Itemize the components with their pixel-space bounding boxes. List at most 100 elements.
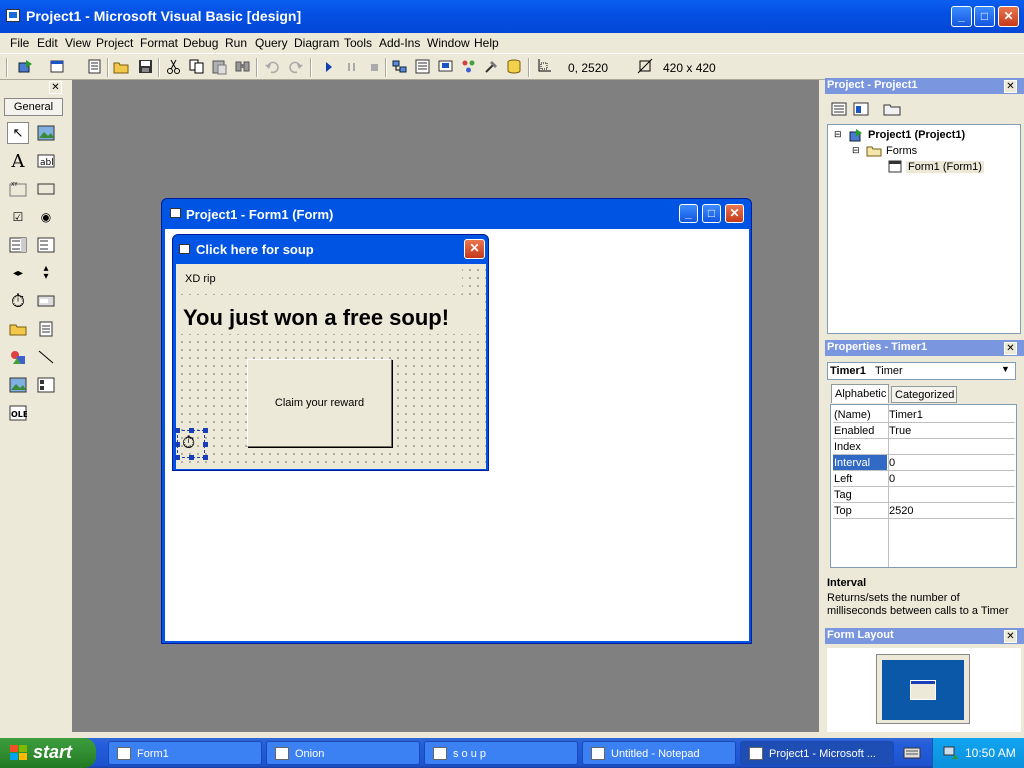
properties-window-icon[interactable] bbox=[414, 58, 431, 75]
label-free-soup-box[interactable]: You just won a free soup! bbox=[178, 300, 484, 334]
frame-tool-icon[interactable]: XY bbox=[7, 178, 29, 200]
toggle-folders-icon[interactable] bbox=[883, 102, 901, 116]
checkbox-tool-icon[interactable]: ☑ bbox=[7, 206, 29, 228]
chevron-down-icon[interactable]: ▼ bbox=[1001, 364, 1010, 374]
redo-icon[interactable] bbox=[287, 58, 304, 75]
view-code-icon[interactable] bbox=[831, 102, 847, 116]
prop-row-index[interactable]: Index bbox=[833, 439, 1015, 455]
combobox-tool-icon[interactable] bbox=[7, 234, 29, 256]
label-tool-icon[interactable]: A bbox=[7, 150, 29, 172]
menu-help[interactable]: Help bbox=[474, 36, 499, 50]
object-browser-icon[interactable] bbox=[460, 58, 477, 75]
menu-file[interactable]: File bbox=[10, 36, 29, 50]
tree-form1[interactable]: Form1 (Form1) bbox=[906, 161, 984, 173]
prop-row-left[interactable]: Left 0 bbox=[833, 471, 1015, 487]
prop-row-tag[interactable]: Tag bbox=[833, 487, 1015, 503]
end-icon[interactable] bbox=[366, 58, 383, 75]
form-layout-close-icon[interactable]: ✕ bbox=[1004, 630, 1017, 643]
form-window-maximize-button[interactable]: □ bbox=[702, 204, 721, 223]
prop-value[interactable]: 0 bbox=[889, 473, 895, 485]
pointer-tool-icon[interactable]: ↖ bbox=[7, 122, 29, 144]
data-tool-icon[interactable] bbox=[35, 374, 57, 396]
dirlistbox-tool-icon[interactable] bbox=[7, 318, 29, 340]
add-form-icon[interactable] bbox=[49, 58, 66, 75]
toolbox-close-icon[interactable]: ✕ bbox=[49, 81, 62, 94]
timer1-control[interactable]: ⏱ bbox=[175, 428, 208, 460]
toolbox-tab-general[interactable]: General bbox=[4, 98, 63, 116]
task-notepad[interactable]: Untitled - Notepad bbox=[582, 741, 736, 765]
menu-project[interactable]: Project bbox=[96, 36, 133, 50]
form-window-close-button[interactable]: ✕ bbox=[725, 204, 744, 223]
view-object-icon[interactable] bbox=[853, 102, 869, 116]
optionbutton-tool-icon[interactable]: ◉ bbox=[35, 206, 57, 228]
image-tool-icon[interactable] bbox=[7, 374, 29, 396]
selection-handle[interactable] bbox=[203, 428, 208, 433]
label-xd-rip-box[interactable]: XD rip bbox=[178, 266, 462, 294]
ole-tool-icon[interactable]: OLE bbox=[7, 402, 29, 424]
prop-row-top[interactable]: Top 2520 bbox=[833, 503, 1015, 519]
find-icon[interactable] bbox=[234, 58, 251, 75]
menu-query[interactable]: Query bbox=[255, 36, 288, 50]
task-vb-project[interactable]: Project1 - Microsoft ... bbox=[740, 741, 894, 765]
start-button[interactable]: start bbox=[0, 738, 96, 768]
project-tree[interactable]: ⊟ Project1 (Project1) ⊟ Forms Form1 (For… bbox=[827, 124, 1021, 334]
prop-value[interactable]: True bbox=[889, 425, 911, 437]
save-project-icon[interactable] bbox=[137, 58, 154, 75]
selection-handle[interactable] bbox=[189, 455, 194, 460]
timer-tool-icon[interactable]: ⏱ bbox=[7, 290, 29, 312]
network-icon[interactable] bbox=[943, 745, 959, 761]
clock[interactable]: 10:50 AM bbox=[965, 746, 1016, 760]
picturebox-tool-icon[interactable] bbox=[35, 122, 57, 144]
selection-handle[interactable] bbox=[189, 428, 194, 433]
selection-handle[interactable] bbox=[175, 442, 180, 447]
listbox-tool-icon[interactable] bbox=[35, 234, 57, 256]
prop-value[interactable]: 2520 bbox=[889, 505, 913, 517]
properties-pane-close-icon[interactable]: ✕ bbox=[1004, 342, 1017, 355]
form1-client-area[interactable]: XD rip You just won a free soup! Claim y… bbox=[175, 264, 486, 469]
tab-categorized[interactable]: Categorized bbox=[891, 386, 957, 403]
keyboard-icon[interactable] bbox=[903, 745, 921, 761]
tab-alphabetic[interactable]: Alphabetic bbox=[831, 384, 889, 403]
tree-collapse-icon[interactable]: ⊟ bbox=[852, 145, 860, 156]
filelistbox-tool-icon[interactable] bbox=[35, 318, 57, 340]
prop-row-name[interactable]: (Name) Timer1 bbox=[833, 407, 1015, 423]
selection-handle[interactable] bbox=[203, 455, 208, 460]
property-grid[interactable]: (Name) Timer1 Enabled True Index Interval 0… bbox=[830, 404, 1017, 568]
undo-icon[interactable] bbox=[264, 58, 281, 75]
form-layout-canvas[interactable] bbox=[827, 648, 1021, 732]
drivelistbox-tool-icon[interactable] bbox=[35, 290, 57, 312]
main-title-bar[interactable]: Project1 - Microsoft Visual Basic [desig… bbox=[0, 0, 1024, 33]
hscrollbar-tool-icon[interactable]: ◂▸ bbox=[7, 262, 29, 284]
tree-forms-folder[interactable]: Forms bbox=[886, 145, 917, 157]
prop-value[interactable]: 0 bbox=[889, 457, 895, 469]
data-view-icon[interactable] bbox=[506, 58, 523, 75]
break-icon[interactable] bbox=[343, 58, 360, 75]
claim-reward-button[interactable]: Claim your reward bbox=[247, 359, 392, 447]
menu-format[interactable]: Format bbox=[140, 36, 178, 50]
close-button[interactable]: ✕ bbox=[998, 6, 1019, 27]
menu-window[interactable]: Window bbox=[427, 36, 470, 50]
menu-tools[interactable]: Tools bbox=[344, 36, 372, 50]
object-selector-dropdown[interactable]: Timer1 Timer ▼ bbox=[827, 362, 1016, 380]
task-form1[interactable]: Form1 bbox=[108, 741, 262, 765]
selection-handle[interactable] bbox=[175, 455, 180, 460]
textbox-tool-icon[interactable]: abl bbox=[35, 150, 57, 172]
prop-row-interval[interactable]: Interval 0 bbox=[833, 455, 1015, 471]
form-position-preview[interactable] bbox=[910, 680, 936, 700]
project-explorer-icon[interactable] bbox=[391, 58, 408, 75]
task-soup[interactable]: s o u p bbox=[424, 741, 578, 765]
start-run-icon[interactable] bbox=[320, 58, 337, 75]
copy-icon[interactable] bbox=[188, 58, 205, 75]
maximize-button[interactable]: □ bbox=[974, 6, 995, 27]
tree-collapse-icon[interactable]: ⊟ bbox=[834, 129, 842, 140]
menu-diagram[interactable]: Diagram bbox=[294, 36, 339, 50]
menu-run[interactable]: Run bbox=[225, 36, 247, 50]
vb-app-icon[interactable] bbox=[6, 9, 20, 22]
menu-editor-icon[interactable] bbox=[86, 58, 103, 75]
form1-design-surface[interactable]: Click here for soup ✕ XD rip You just wo… bbox=[172, 234, 489, 471]
form-window-minimize-button[interactable]: _ bbox=[679, 204, 698, 223]
toolbox-icon[interactable] bbox=[483, 58, 500, 75]
form-layout-icon[interactable] bbox=[437, 58, 454, 75]
prop-row-enabled[interactable]: Enabled True bbox=[833, 423, 1015, 439]
menu-view[interactable]: View bbox=[65, 36, 91, 50]
